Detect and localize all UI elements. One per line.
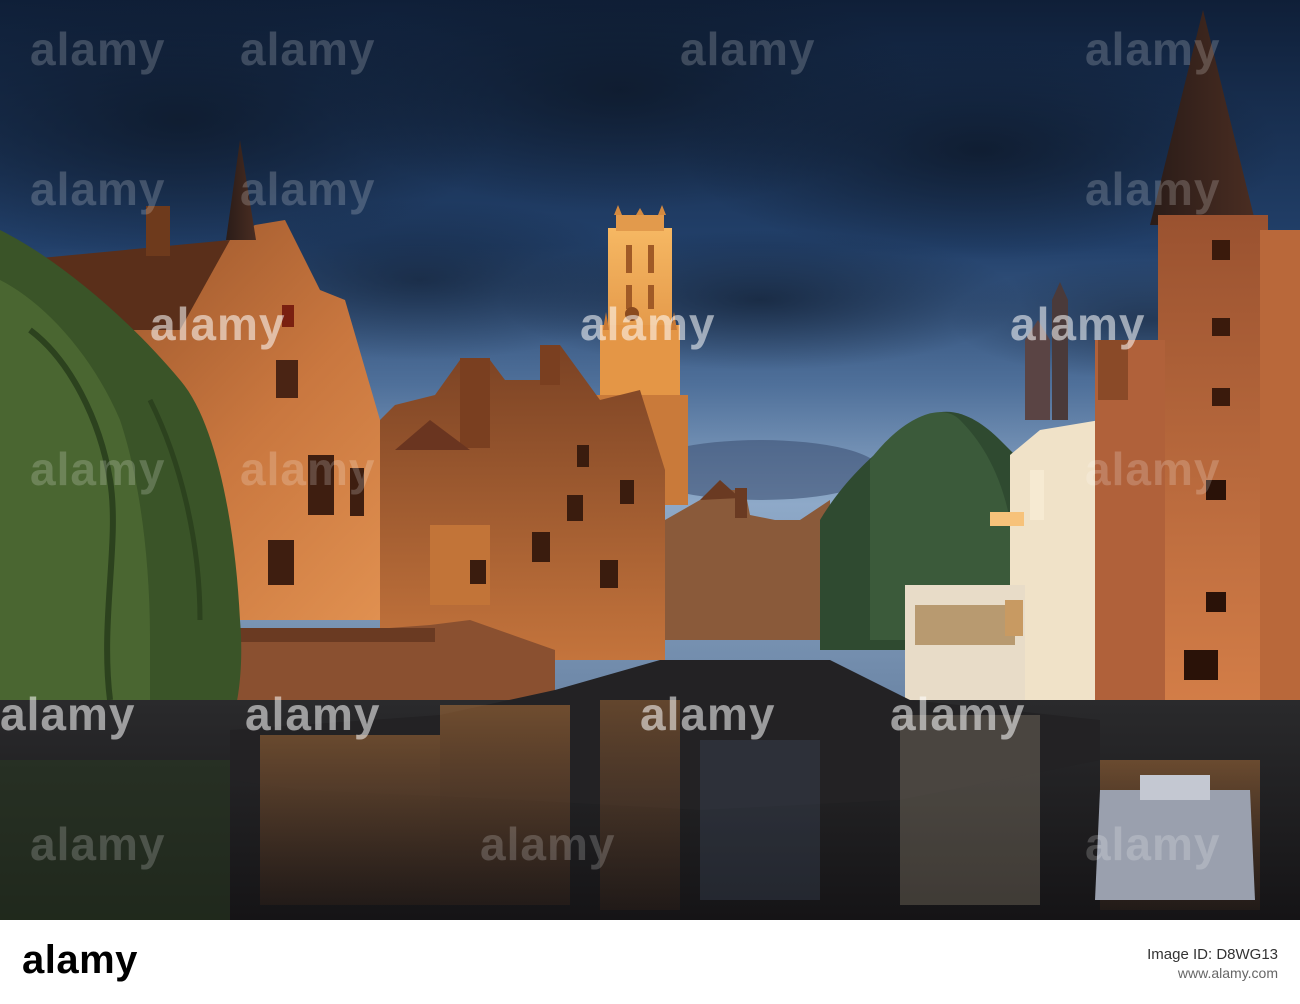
image-id-row: Image ID: D8WG13: [1147, 946, 1278, 965]
watermark-brand: alamy: [30, 23, 165, 75]
watermark-brand: alamy: [245, 688, 380, 740]
watermark-brand: alamy: [30, 163, 165, 215]
footer-url[interactable]: www.alamy.com: [1147, 965, 1278, 983]
footer-info: Image ID: D8WG13 www.alamy.com: [1147, 946, 1278, 982]
canal-night-photo: alamy alamy alamy alamy alamy alamy alam…: [0, 0, 1300, 920]
watermark-brand: alamy: [1010, 298, 1145, 350]
watermark-brand: alamy: [240, 163, 375, 215]
photo-stage: alamy alamy alamy alamy alamy alamy alam…: [0, 0, 1300, 1004]
watermark-brand: alamy: [240, 23, 375, 75]
watermark-brand: alamy: [580, 298, 715, 350]
watermark-brand: alamy: [240, 443, 375, 495]
watermark-brand: alamy: [0, 688, 135, 740]
watermark-brand: alamy: [1085, 443, 1220, 495]
watermark-brand: alamy: [150, 298, 285, 350]
footer-logo[interactable]: alamy: [22, 938, 138, 983]
image-id-label: Image ID:: [1147, 946, 1213, 963]
watermark-brand: alamy: [1085, 163, 1220, 215]
watermark-brand: alamy: [30, 443, 165, 495]
watermark-brand: alamy: [890, 688, 1025, 740]
image-id-value: D8WG13: [1216, 946, 1278, 963]
watermark-brand: alamy: [640, 688, 775, 740]
watermark-brand: alamy: [480, 818, 615, 870]
watermark-brand: alamy: [1085, 818, 1220, 870]
watermark-brand: alamy: [30, 818, 165, 870]
watermark-brand: alamy: [1085, 23, 1220, 75]
footer-bar: alamy Image ID: D8WG13 www.alamy.com: [0, 920, 1300, 1004]
watermark-brand: alamy: [680, 23, 815, 75]
